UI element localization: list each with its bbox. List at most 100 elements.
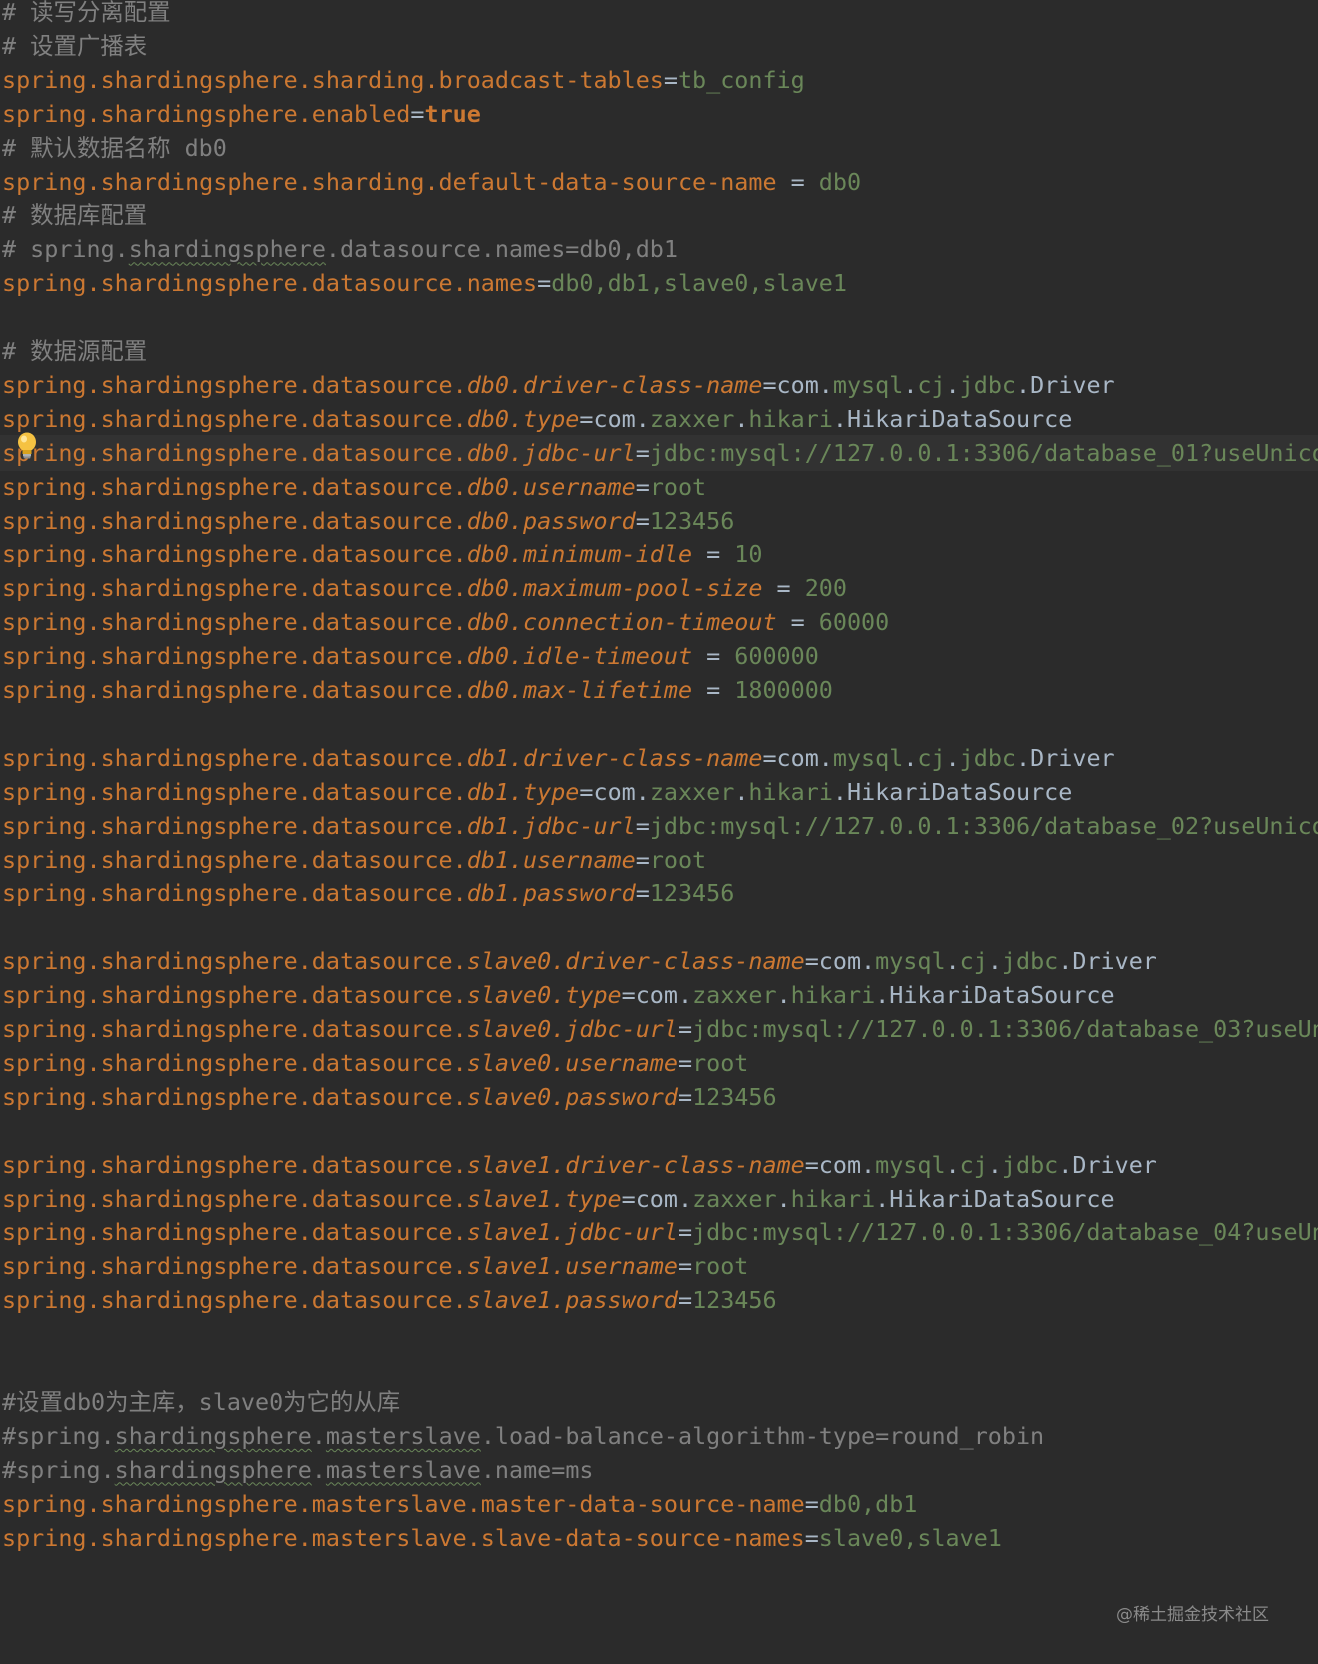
property-key-prefix: spring.shardingsphere.datasource. <box>2 811 467 840</box>
comment-line[interactable]: # 数据源配置 <box>2 333 147 369</box>
property-line[interactable]: spring.shardingsphere.datasource.db0.min… <box>2 536 762 572</box>
property-value: jdbc:mysql://127.0.0.1:3306/database_04?… <box>692 1218 1318 1247</box>
comment-line[interactable]: # 读写分离配置 <box>2 0 171 30</box>
property-line[interactable]: spring.shardingsphere.datasource.db0.max… <box>2 672 833 708</box>
property-line[interactable]: spring.shardingsphere.enabled=true <box>2 96 481 132</box>
spelling-warning: masterslave <box>325 1421 481 1450</box>
property-key-prefix: spring.shardingsphere.datasource. <box>2 540 467 569</box>
comment-text: .name=ms <box>480 1455 594 1484</box>
equals-sign: = <box>762 574 805 603</box>
property-line[interactable]: spring.shardingsphere.sharding.broadcast… <box>2 62 805 98</box>
property-line[interactable]: spring.shardingsphere.datasource.db0.jdb… <box>0 434 1318 471</box>
equals-sign: = <box>677 1286 693 1315</box>
equals-sign: = <box>663 65 678 94</box>
property-key: slave0.password <box>466 1082 678 1111</box>
equals-sign: = <box>692 676 735 704</box>
property-key: slave1.username <box>466 1252 678 1281</box>
equals-sign: = <box>762 370 777 399</box>
comment-text: # spring. <box>2 235 129 264</box>
equals-sign: = <box>692 540 735 569</box>
property-line[interactable]: spring.shardingsphere.masterslave.master… <box>2 1486 917 1522</box>
property-line[interactable]: spring.shardingsphere.datasource.db0.con… <box>2 604 889 640</box>
property-line[interactable]: spring.shardingsphere.datasource.slave1.… <box>2 1181 1115 1217</box>
equals-sign: = <box>677 1218 693 1247</box>
property-key-prefix: spring.shardingsphere.datasource. <box>2 1286 467 1315</box>
property-line[interactable]: spring.shardingsphere.datasource.db0.pas… <box>2 503 734 539</box>
property-line[interactable]: spring.shardingsphere.datasource.slave0.… <box>2 1079 777 1115</box>
property-key: slave1.password <box>466 1286 678 1315</box>
comment-line[interactable]: #spring.shardingsphere.masterslave.load-… <box>2 1418 1044 1454</box>
property-key: spring.shardingsphere.enabled <box>2 99 411 128</box>
property-value: 123456 <box>649 506 735 535</box>
property-value: com.mysql.cj.jdbc.Driver <box>818 947 1157 976</box>
property-key-prefix: spring.shardingsphere.datasource. <box>2 981 467 1010</box>
code-editor[interactable]: # 读写分离配置 # 设置广播表 spring.shardingsphere.sha… <box>0 0 1318 1664</box>
property-line[interactable]: spring.shardingsphere.datasource.slave1.… <box>2 1214 1318 1250</box>
equals-sign: = <box>776 608 819 637</box>
property-value: com.mysql.cj.jdbc.Driver <box>818 1150 1157 1179</box>
property-value: com.zaxxer.hikari.HikariDataSource <box>593 777 1073 806</box>
property-key: slave1.driver-class-name <box>466 1150 805 1179</box>
property-key-prefix: spring.shardingsphere.datasource. <box>2 1184 467 1213</box>
equals-sign: = <box>776 167 819 196</box>
equals-sign: = <box>537 269 552 298</box>
property-line[interactable]: spring.shardingsphere.datasource.db1.typ… <box>2 774 1072 810</box>
property-key: slave0.type <box>466 981 622 1010</box>
property-key-prefix: spring.shardingsphere.datasource. <box>2 1048 467 1077</box>
property-line[interactable]: spring.shardingsphere.datasource.db1.dri… <box>2 740 1115 776</box>
equals-sign: = <box>621 1184 636 1213</box>
comment-line[interactable]: # spring.shardingsphere.datasource.names… <box>2 231 678 267</box>
comment-line[interactable]: # 数据库配置 <box>2 197 147 233</box>
property-key: db1.password <box>466 879 636 908</box>
property-line[interactable]: spring.shardingsphere.datasource.slave0.… <box>2 1045 748 1081</box>
property-line[interactable]: spring.shardingsphere.masterslave.slave-… <box>2 1520 1002 1556</box>
property-line[interactable]: spring.shardingsphere.datasource.slave1.… <box>2 1147 1157 1183</box>
property-key: slave0.driver-class-name <box>466 947 805 976</box>
equals-sign: = <box>579 404 594 433</box>
property-key: db0.jdbc-url <box>466 438 636 467</box>
property-line[interactable]: spring.shardingsphere.datasource.db0.use… <box>2 469 706 505</box>
equals-sign: = <box>762 743 777 772</box>
property-key: spring.shardingsphere.sharding.broadcast… <box>2 65 664 94</box>
equals-sign: = <box>804 947 819 976</box>
property-key: spring.shardingsphere.datasource.names <box>2 269 538 298</box>
property-key-prefix: spring.shardingsphere.datasource. <box>2 506 467 535</box>
property-line[interactable]: spring.shardingsphere.sharding.default-d… <box>2 164 861 200</box>
equals-sign: = <box>635 879 650 908</box>
property-key-prefix: spring.shardingsphere.datasource. <box>2 608 467 637</box>
property-line[interactable]: spring.shardingsphere.datasource.db0.max… <box>2 570 847 606</box>
property-value: 10 <box>734 540 763 569</box>
comment-line[interactable]: # 设置广播表 <box>2 28 147 64</box>
lightbulb-icon[interactable] <box>16 431 38 461</box>
property-line[interactable]: spring.shardingsphere.datasource.db0.typ… <box>2 401 1072 437</box>
property-line[interactable]: spring.shardingsphere.datasource.db1.pas… <box>2 875 734 911</box>
comment-text: # 数据源配置 <box>2 337 148 365</box>
property-line[interactable]: spring.shardingsphere.datasource.names=d… <box>2 265 847 301</box>
property-line[interactable]: spring.shardingsphere.datasource.slave1.… <box>2 1248 748 1284</box>
property-line[interactable]: spring.shardingsphere.datasource.db0.idl… <box>2 638 819 674</box>
property-key-prefix: spring.shardingsphere.datasource. <box>2 879 467 908</box>
property-key-prefix: spring.shardingsphere.datasource. <box>2 777 467 806</box>
property-value: root <box>649 845 707 874</box>
property-key: db1.username <box>466 845 636 874</box>
spelling-warning: shardingsphere <box>114 1421 312 1450</box>
property-key: db0.max-lifetime <box>466 676 693 704</box>
property-line[interactable]: spring.shardingsphere.datasource.db1.jdb… <box>2 808 1318 844</box>
equals-sign: = <box>677 1048 693 1077</box>
comment-line[interactable]: #spring.shardingsphere.masterslave.name=… <box>2 1452 594 1488</box>
property-line[interactable]: spring.shardingsphere.datasource.slave1.… <box>2 1282 777 1318</box>
property-line[interactable]: spring.shardingsphere.datasource.slave0.… <box>2 1011 1318 1047</box>
comment-line[interactable]: #设置db0为主库，slave0为它的从库 <box>2 1384 400 1420</box>
property-value: com.zaxxer.hikari.HikariDataSource <box>593 404 1073 433</box>
equals-sign: = <box>635 845 650 874</box>
equals-sign: = <box>635 472 650 501</box>
property-line[interactable]: spring.shardingsphere.datasource.slave0.… <box>2 943 1157 979</box>
property-line[interactable]: spring.shardingsphere.datasource.db0.dri… <box>2 367 1115 403</box>
comment-line[interactable]: # 默认数据名称 db0 <box>2 130 227 166</box>
property-line[interactable]: spring.shardingsphere.datasource.db1.use… <box>2 842 706 878</box>
property-key-prefix: spring.shardingsphere.datasource. <box>2 1252 467 1281</box>
equals-sign: = <box>677 1252 693 1281</box>
comment-text: # 读写分离配置 <box>2 0 171 26</box>
property-line[interactable]: spring.shardingsphere.datasource.slave0.… <box>2 977 1115 1013</box>
comment-text: .load-balance-algorithm-type=round_robin <box>480 1421 1045 1450</box>
